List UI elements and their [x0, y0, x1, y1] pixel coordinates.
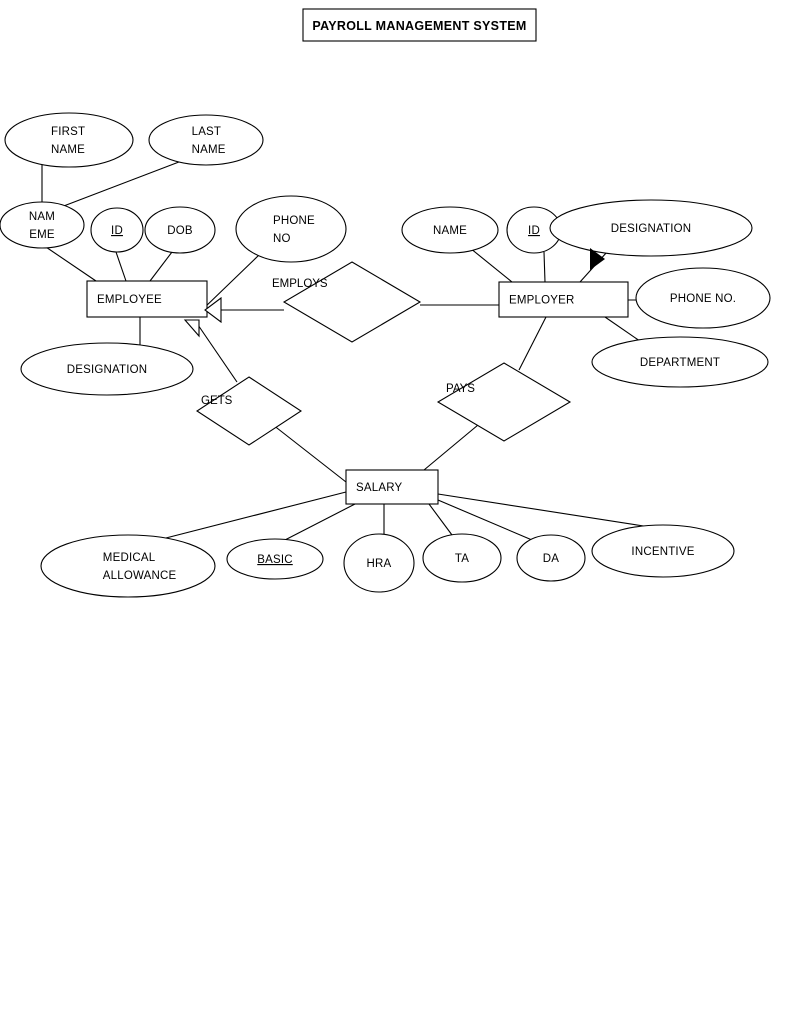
attribute-first-name[interactable]: FIRST NAME: [4, 112, 134, 168]
attribute-ellipse-emp-name: [0, 201, 85, 249]
attribute-label-emp-id: ID: [111, 225, 123, 237]
attribute-sal-basic[interactable]: BASIC: [226, 538, 324, 580]
entity-employer[interactable]: EMPLOYER: [498, 281, 629, 318]
relationship-diamond-pays: [436, 362, 572, 442]
attribute-ellipse-emp-phone: [235, 195, 347, 263]
connector-gets-to-salary: [267, 420, 347, 483]
attribute-ellipse-first-name: [4, 112, 134, 168]
entity-salary[interactable]: SALARY: [345, 469, 439, 505]
connector-salary-to-sal-incentive: [437, 493, 651, 528]
attribute-label-sal-basic: BASIC: [257, 554, 293, 566]
entity-label-employer: EMPLOYER: [509, 295, 575, 307]
connector-emp-name-to-employee: [39, 242, 97, 282]
attribute-label-empr-dept: DEPARTMENT: [640, 357, 720, 369]
relationship-label-employs: EMPLOYS: [272, 278, 328, 290]
diagram-title-text: PAYROLL MANAGEMENT SYSTEM: [312, 19, 526, 33]
attribute-label-sal-da: DA: [543, 553, 560, 565]
entity-label-employee: EMPLOYEE: [97, 294, 162, 306]
attribute-label-sal-hra: HRA: [367, 558, 392, 570]
er-diagram-svg: PAYROLL MANAGEMENT SYSTEM FIRST NAME LAST N…: [0, 8, 771, 598]
connector-employer-to-pays: [518, 316, 547, 371]
entity-employee[interactable]: EMPLOYEE: [86, 280, 208, 318]
attribute-sal-da[interactable]: DA: [516, 534, 586, 582]
connector-salary-to-sal-basic: [282, 503, 356, 542]
attribute-emp-phone[interactable]: PHONE NO: [235, 195, 347, 263]
attribute-label-sal-incentive: INCENTIVE: [631, 546, 694, 558]
attribute-label-empr-id: ID: [528, 225, 540, 237]
attribute-label-sal-ta: TA: [455, 553, 469, 565]
employee-cardinality-marker-secondary: [183, 319, 200, 338]
relationship-label-gets: GETS: [201, 395, 233, 407]
attribute-emp-dob[interactable]: DOB: [144, 206, 216, 254]
attribute-empr-phone[interactable]: PHONE NO.: [635, 267, 771, 329]
connector-emp-id-to-employee: [115, 251, 127, 282]
connector-emp-dob-to-employee: [149, 251, 173, 282]
attribute-emp-name[interactable]: NAM EME: [0, 201, 85, 249]
attribute-label-empr-phone: PHONE NO.: [670, 293, 736, 305]
connector-pays-to-salary: [423, 424, 479, 471]
attribute-sal-incentive[interactable]: INCENTIVE: [591, 524, 735, 578]
attribute-emp-id[interactable]: ID: [90, 207, 144, 253]
er-diagram-canvas: PAYROLL MANAGEMENT SYSTEM FIRST NAME LAST N…: [0, 0, 800, 1035]
relationship-diamond-employs: [282, 261, 422, 343]
attribute-label-emp-dob: DOB: [167, 225, 193, 237]
connector-salary-to-sal-ta: [428, 503, 453, 536]
attribute-label-emp-desig: DESIGNATION: [67, 364, 148, 376]
attributes-layer: FIRST NAME LAST NAME NAM EME ID DOB PHONE NO DESIG…: [0, 112, 771, 598]
attribute-ellipse-sal-medical: [40, 534, 216, 598]
attribute-sal-medical[interactable]: MEDICAL ALLOWANCE: [40, 534, 216, 598]
entity-label-salary: SALARY: [356, 482, 403, 494]
connector-salary-to-sal-medical: [161, 491, 347, 540]
attribute-label-empr-name: NAME: [433, 225, 467, 237]
connector-empr-name-to-employer: [469, 247, 513, 283]
relationship-pays[interactable]: PAYS: [436, 362, 572, 442]
diagram-title: PAYROLL MANAGEMENT SYSTEM: [302, 8, 537, 42]
attribute-sal-ta[interactable]: TA: [422, 533, 502, 583]
connector-emp-phone-to-employee: [202, 254, 260, 310]
attribute-last-name[interactable]: LAST NAME: [148, 114, 264, 166]
relationship-label-pays: PAYS: [446, 383, 475, 395]
attribute-emp-desig[interactable]: DESIGNATION: [20, 342, 194, 396]
attribute-label-empr-desig: DESIGNATION: [611, 223, 692, 235]
attribute-sal-hra[interactable]: HRA: [343, 533, 415, 593]
attribute-empr-dept[interactable]: DEPARTMENT: [591, 336, 769, 388]
relationship-employs[interactable]: EMPLOYS: [272, 261, 422, 343]
attribute-empr-desig[interactable]: DESIGNATION: [549, 199, 753, 257]
connector-empr-id-to-employer: [543, 251, 546, 283]
connector-employee-to-gets: [195, 321, 238, 383]
attribute-empr-name[interactable]: NAME: [401, 206, 499, 254]
attribute-ellipse-last-name: [148, 114, 264, 166]
